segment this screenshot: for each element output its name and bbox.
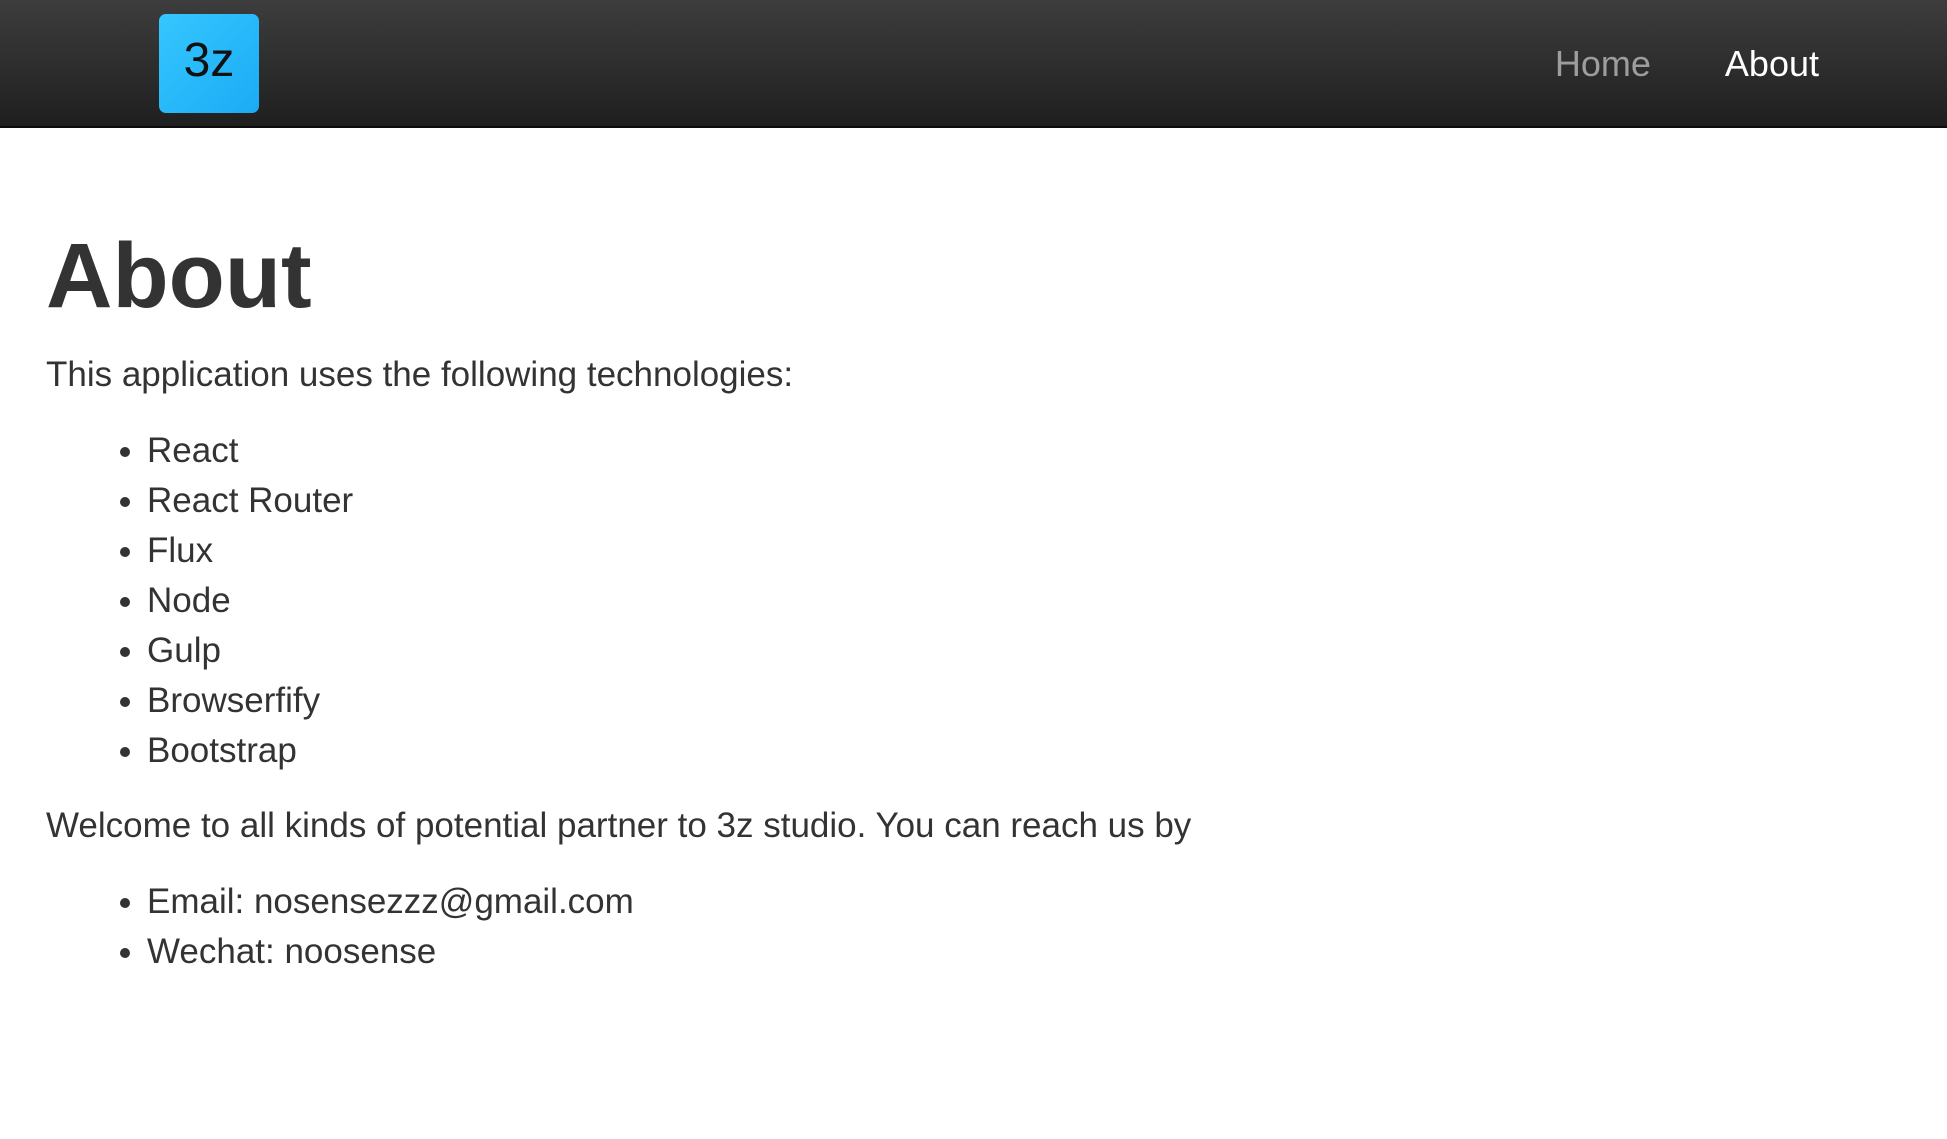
list-item-browserify: Browserfify <box>147 676 353 726</box>
list-item-node: Node <box>147 576 353 626</box>
page-title: About <box>46 225 312 327</box>
list-item-gulp: Gulp <box>147 626 353 676</box>
welcome-text: Welcome to all kinds of potential partne… <box>46 806 1192 845</box>
brand-logo-link[interactable]: 3z <box>159 14 259 113</box>
technologies-intro: This application uses the following tech… <box>46 355 794 394</box>
nav-links: Home About <box>1555 0 1819 128</box>
list-item-flux: Flux <box>147 526 353 576</box>
brand-logo-text: 3z <box>183 33 235 87</box>
top-navbar: 3z Home About <box>0 0 1947 128</box>
contact-email: Email: nosensezzz@gmail.com <box>147 877 634 927</box>
contact-list: Email: nosensezzz@gmail.com Wechat: noos… <box>46 877 634 977</box>
contact-wechat: Wechat: noosense <box>147 927 634 977</box>
nav-link-about[interactable]: About <box>1725 46 1819 82</box>
technologies-list: React React Router Flux Node Gulp Browse… <box>46 426 353 776</box>
nav-link-home[interactable]: Home <box>1555 46 1651 82</box>
list-item-react: React <box>147 426 353 476</box>
list-item-bootstrap: Bootstrap <box>147 726 353 776</box>
list-item-react-router: React Router <box>147 476 353 526</box>
